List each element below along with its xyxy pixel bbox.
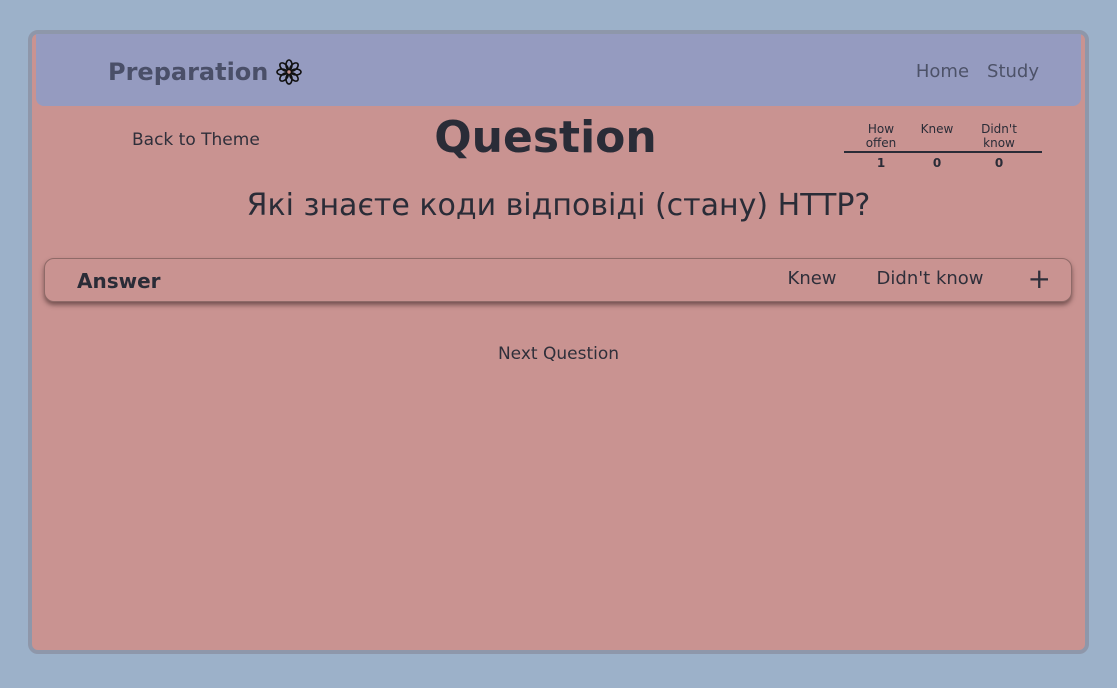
navbar: Preparation Home Study	[36, 34, 1081, 106]
nav-study-link[interactable]: Study	[987, 61, 1039, 82]
answer-actions: Knew Didn't know +	[788, 264, 1051, 292]
question-text: Які знаєте коди відповіді (стану) HTTP?	[246, 188, 871, 223]
stats-header-knew: Knew	[920, 122, 954, 136]
answer-title: Answer	[77, 269, 161, 293]
didnt-know-button[interactable]: Didn't know	[877, 268, 984, 289]
brand-link[interactable]: Preparation	[108, 58, 303, 86]
page-title-text: Question	[434, 112, 657, 163]
knew-button[interactable]: Knew	[788, 268, 837, 289]
stats-header-how-often: How offen	[865, 122, 897, 150]
nav-home-link[interactable]: Home	[916, 61, 969, 82]
brand-name: Preparation	[108, 58, 269, 86]
stats-value-row: 1 0 0	[844, 153, 1042, 170]
stats-value-how-often: 1	[876, 156, 886, 170]
app-frame: Preparation Home Study Back to Theme Que…	[28, 30, 1089, 654]
stats-table: How offen Knew Didn't know 1 0 0	[844, 122, 1042, 170]
stats-value-didnt-know: 0	[994, 156, 1004, 170]
next-question-link[interactable]: Next Question	[32, 344, 1085, 364]
stats-header-didnt-know: Didn't know	[981, 122, 1017, 150]
nav-links: Home Study	[916, 61, 1039, 82]
flower-icon	[276, 59, 303, 85]
plus-icon[interactable]: +	[1028, 264, 1051, 292]
stats-header-row: How offen Knew Didn't know	[844, 122, 1042, 153]
stats-value-knew: 0	[932, 156, 942, 170]
answer-accordion[interactable]: Answer Knew Didn't know +	[44, 258, 1072, 302]
